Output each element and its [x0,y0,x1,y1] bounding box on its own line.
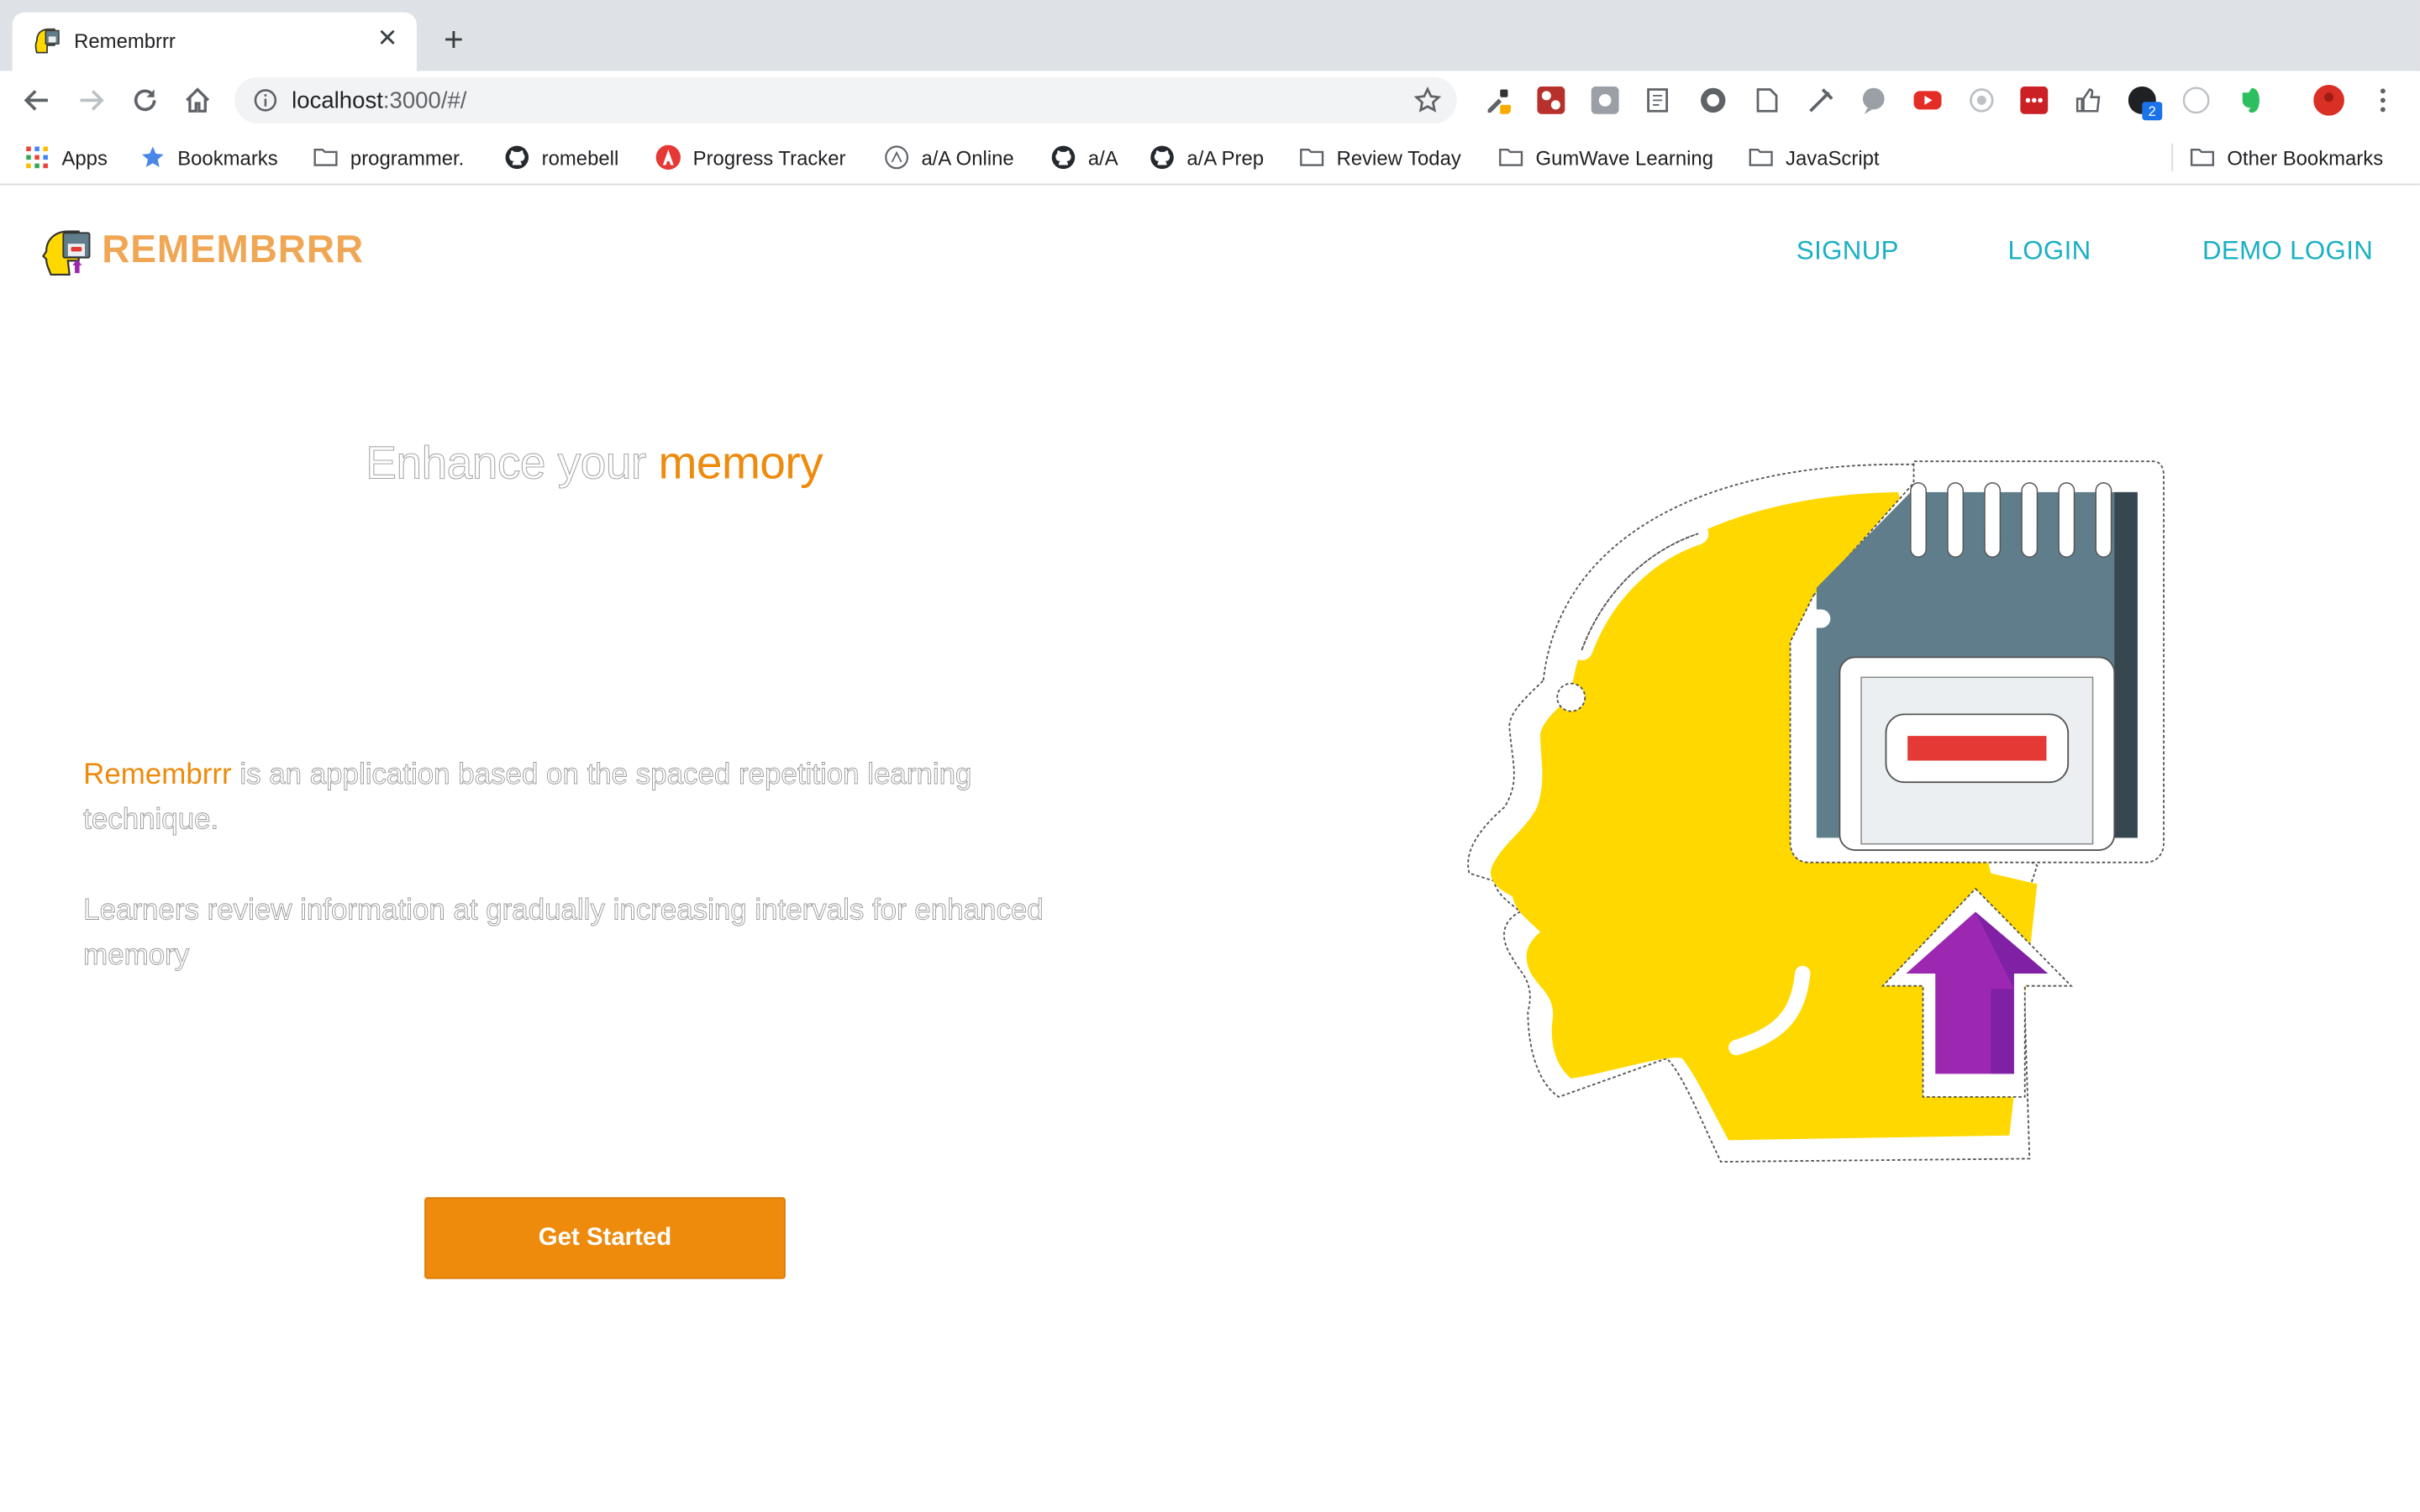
globe-extension-icon[interactable] [1699,87,1727,114]
bookmark-aa-online[interactable]: a/A Online [884,142,1014,173]
bookmark-label: a/A Prep [1186,145,1265,170]
lastpass-extension-icon[interactable] [2020,86,2049,114]
thumbs-up-extension-icon[interactable] [2075,87,2102,114]
mosaic-extension-icon[interactable] [1537,86,1565,114]
app-name-highlight: Remembrrr [83,759,232,792]
bookmark-folder-programmer[interactable]: programmer. [313,142,464,173]
bookmark-label: Review Today [1336,145,1461,170]
document-extension-icon[interactable] [1753,87,1781,114]
remembrrr-favicon-icon [34,28,60,54]
a-a-icon [885,145,909,170]
bookmark-label: GumWave Learning [1535,145,1713,170]
github-icon [1150,145,1174,170]
home-button[interactable] [179,81,216,118]
home-icon [186,87,210,113]
tab-remembrrr[interactable]: Remembrrr ✕ [12,12,417,71]
bookmark-label: a/A [1087,145,1118,170]
hero-subdescription: Learners review information at gradually… [83,895,1044,973]
forward-button[interactable] [72,81,109,118]
get-started-button[interactable]: Get Started [424,1197,786,1279]
reload-button[interactable] [127,81,164,118]
folder-icon [313,148,338,166]
info-icon [254,89,277,112]
bookmark-label: Other Bookmarks [2227,145,2384,170]
landing-page: REMEMBRRR SIGNUP LOGIN DEMO LOGIN Enhanc… [0,186,2420,1512]
arrow-right-icon [80,90,104,111]
folder-icon [1749,148,1773,166]
url-path: :3000/#/ [382,87,467,114]
bookmark-romebell[interactable]: romebell [505,142,619,173]
hero-title-prefix: Enhance your [366,438,647,490]
folder-icon [1499,148,1523,166]
address-bar[interactable]: localhost:3000/#/ [234,76,1457,123]
signup-link[interactable]: SIGNUP [1797,236,1899,267]
star-icon [141,146,164,167]
browser-toolbar: localhost:3000/#/ 2 [0,71,2420,130]
hero-title: Enhance your memory [366,438,823,491]
login-link[interactable]: LOGIN [2008,236,2091,267]
bookmark-progress-tracker[interactable]: Progress Tracker [655,142,846,173]
hero-title-accent: memory [658,438,823,490]
new-tab-button[interactable]: + [437,23,471,57]
kebab-menu-icon[interactable] [2369,87,2396,114]
bookmark-label: Bookmarks [177,145,278,170]
bookmark-folder-gumwave[interactable]: GumWave Learning [1498,142,1713,173]
bookmark-label: programmer. [350,145,465,170]
reload-icon [134,89,156,112]
apps-grid-icon [26,146,48,169]
url-host: localhost [292,87,383,114]
bookmarks-bar: Apps Bookmarks programmer. romebell Prog… [0,129,2420,186]
folder-icon [1300,148,1324,166]
arrow-left-icon [24,90,48,111]
a-a-extension-icon[interactable] [2182,87,2210,114]
logo-wordmark[interactable]: REMEMBRRR [102,228,364,273]
bookmark-folder-review-today[interactable]: Review Today [1300,142,1461,173]
evernote-extension-icon[interactable] [2236,87,2264,114]
bookmark-apps[interactable]: Apps [24,142,108,173]
github-icon [1051,145,1076,170]
note-extension-icon[interactable] [1645,87,1673,114]
profile-badge-extension-icon[interactable]: 2 [2128,86,2163,121]
bookmark-bookmarks[interactable]: Bookmarks [140,142,278,173]
app-academy-icon [655,144,681,171]
bookmark-folder-javascript[interactable]: JavaScript [1749,142,1880,173]
eyedropper-extension-icon[interactable] [1483,87,1512,114]
github-icon [505,145,529,170]
bookmarks-divider [2171,143,2174,171]
tab-title: Remembrrr [74,29,176,53]
bookmark-other-bookmarks[interactable]: Other Bookmarks [2190,142,2383,173]
youtube-extension-icon[interactable] [1913,87,1942,114]
remembrrr-logo-icon[interactable] [42,227,94,279]
extension-badge-count: 2 [2142,102,2163,121]
hero-description: Remembrrr is an application based on the… [83,753,1102,843]
target-extension-icon[interactable] [1968,87,1996,114]
profile-avatar-icon[interactable] [2313,85,2344,116]
browser-window: Remembrrr ✕ + localhost:3000/#/ 2 Apps B… [0,0,2420,1512]
memory-head-illustration [1467,460,2165,1163]
close-tab-icon[interactable]: ✕ [373,26,401,54]
bookmark-label: a/A Online [921,145,1014,170]
bookmark-star-icon[interactable] [1413,86,1442,114]
chat-bubble-extension-icon[interactable] [1860,87,1887,114]
back-button[interactable] [18,81,55,118]
bookmark-aa-prep[interactable]: a/A Prep [1150,142,1264,173]
url-text: localhost:3000/#/ [292,88,466,114]
bookmark-label: Apps [61,145,108,170]
folder-icon [2190,148,2215,166]
bookmark-aa[interactable]: a/A [1051,142,1118,173]
gray-shield-extension-icon[interactable] [1591,86,1619,114]
bookmark-label: romebell [541,145,619,170]
tab-strip: Remembrrr ✕ + [0,0,2420,71]
bookmark-label: Progress Tracker [692,145,846,170]
demo-login-link[interactable]: DEMO LOGIN [2202,236,2373,267]
wand-extension-icon[interactable] [1807,87,1835,114]
bookmark-label: JavaScript [1786,145,1880,170]
